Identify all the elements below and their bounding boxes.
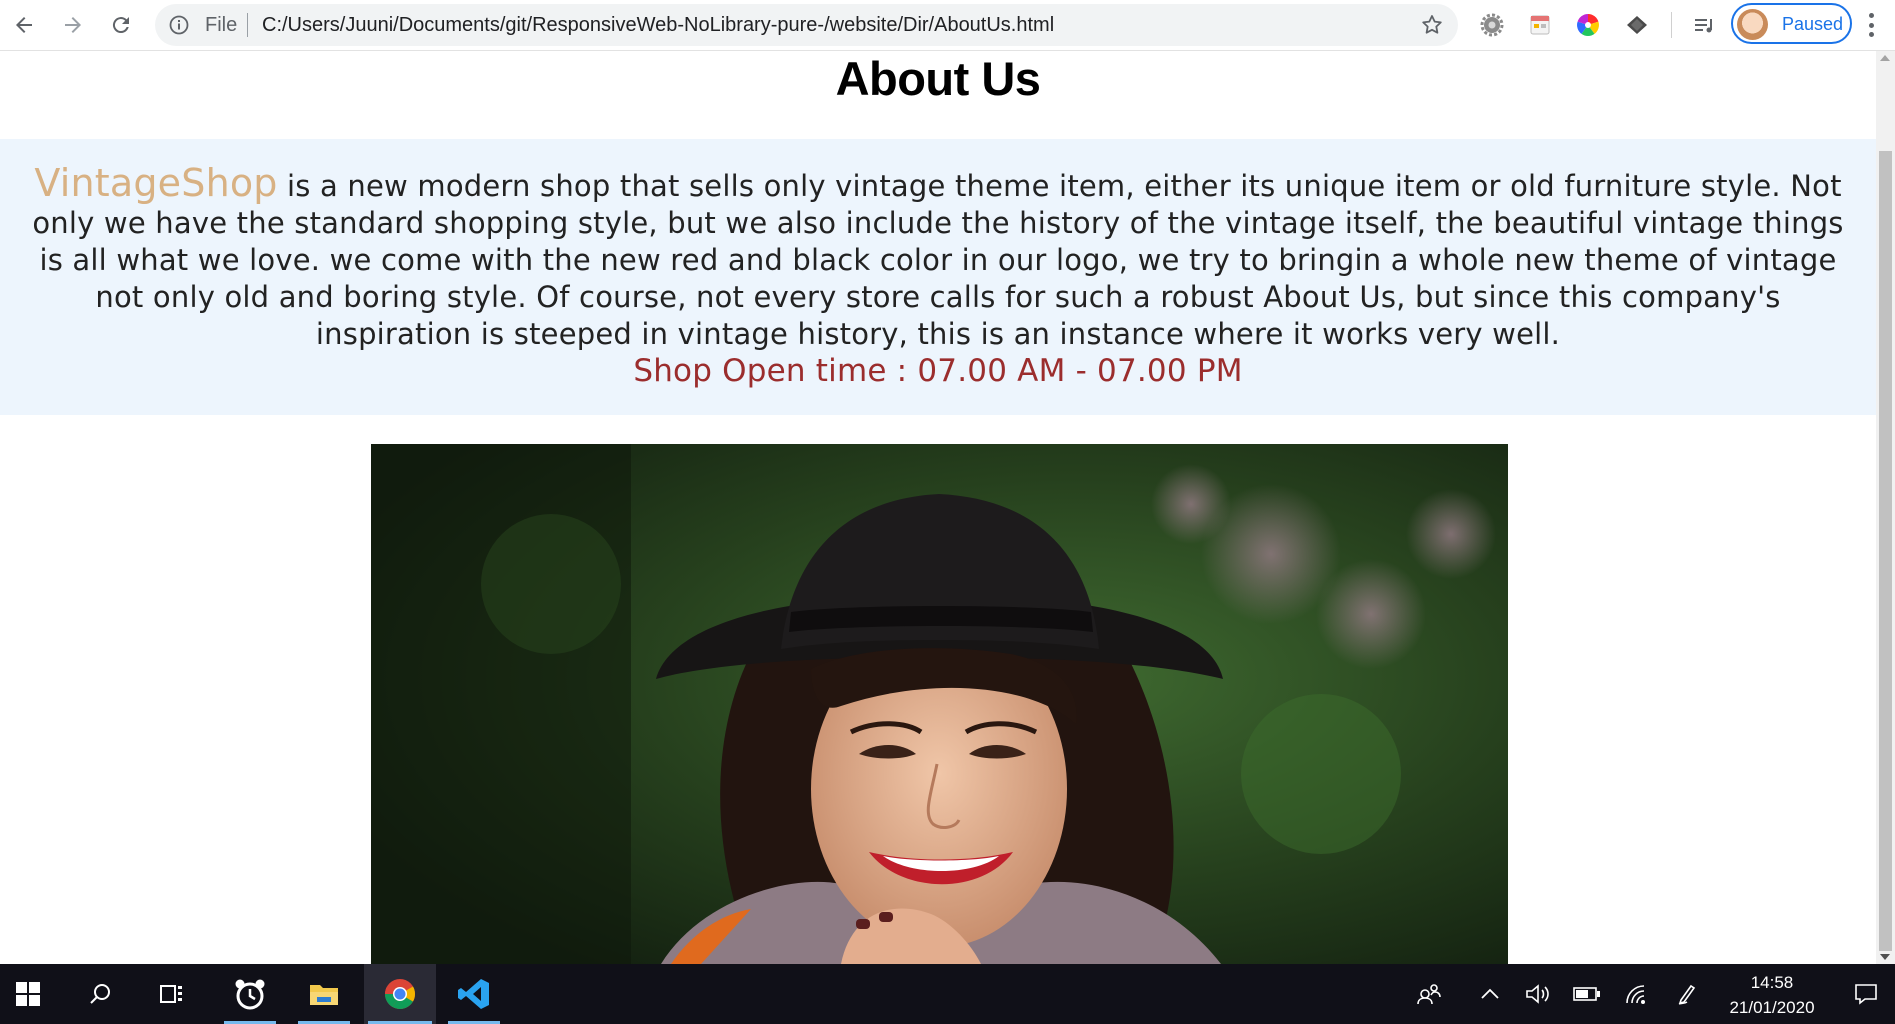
page-viewport: About Us VintageShop is a new modern sho… <box>0 51 1876 964</box>
about-paragraph: VintageShop is a new modern shop that se… <box>20 164 1856 390</box>
people-icon[interactable] <box>1412 964 1446 1024</box>
show-hidden-icons-chevron-icon[interactable] <box>1474 964 1506 1024</box>
profile-status-label: Paused <box>1782 14 1844 34</box>
clock-time: 14:58 <box>1750 973 1794 992</box>
vscode-icon[interactable] <box>444 964 504 1024</box>
url-text[interactable]: C:/Users/Juuni/Documents/git/ResponsiveW… <box>262 14 1054 37</box>
hero-photo <box>371 444 1508 964</box>
shop-open-time: Shop Open time : 07.00 AM - 07.00 PM <box>633 353 1243 389</box>
battery-icon[interactable] <box>1570 964 1604 1024</box>
notification-icon[interactable] <box>1846 964 1886 1024</box>
back-arrow-icon[interactable] <box>6 7 42 43</box>
woman-in-hat-photo <box>371 444 1508 964</box>
taskbar-clock[interactable]: 14:58 21/01/2020 <box>1708 970 1836 1020</box>
scheme-label: File <box>205 14 238 36</box>
about-description: is a new modern shop that sells only vin… <box>32 169 1844 351</box>
clock-date: 21/01/2020 <box>1729 998 1815 1017</box>
settings-gear-extension-icon[interactable] <box>1477 10 1507 40</box>
address-bar[interactable]: File C:/Users/Juuni/Documents/git/Respon… <box>155 4 1458 46</box>
omnibox-divider <box>247 13 248 37</box>
windows-taskbar: 14:58 21/01/2020 <box>0 964 1895 1024</box>
task-view-icon[interactable] <box>146 964 198 1024</box>
wifi-icon[interactable] <box>1620 964 1654 1024</box>
volume-icon[interactable] <box>1522 964 1554 1024</box>
scrollbar-thumb[interactable] <box>1879 151 1892 951</box>
reload-icon[interactable] <box>103 7 139 43</box>
info-icon[interactable] <box>169 15 189 39</box>
file-explorer-icon[interactable] <box>294 964 354 1024</box>
calendar-extension-icon[interactable] <box>1525 10 1555 40</box>
profile-button[interactable]: Paused <box>1731 3 1852 44</box>
color-wheel-extension-icon[interactable] <box>1573 10 1603 40</box>
toolbar-divider <box>1671 12 1672 38</box>
about-section: VintageShop is a new modern shop that se… <box>0 139 1876 415</box>
scroll-up-arrow-icon[interactable] <box>1880 55 1890 61</box>
search-icon[interactable] <box>75 964 125 1024</box>
layers-extension-icon[interactable] <box>1622 10 1652 40</box>
windows-start-icon[interactable] <box>0 964 56 1024</box>
alarm-clock-app-icon[interactable] <box>220 964 280 1024</box>
brand-name: VintageShop <box>34 161 278 205</box>
browser-toolbar: File C:/Users/Juuni/Documents/git/Respon… <box>0 0 1895 51</box>
media-queue-icon[interactable] <box>1689 10 1719 40</box>
chrome-icon[interactable] <box>364 964 436 1024</box>
forward-arrow-icon[interactable] <box>55 7 91 43</box>
pen-icon[interactable] <box>1670 964 1704 1024</box>
scroll-down-arrow-icon[interactable] <box>1880 954 1890 960</box>
vertical-scrollbar[interactable] <box>1876 51 1895 964</box>
bookmark-star-icon[interactable] <box>1420 13 1444 41</box>
page-title: About Us <box>835 52 1041 105</box>
kebab-menu-icon[interactable] <box>1868 13 1874 37</box>
avatar <box>1737 9 1768 40</box>
